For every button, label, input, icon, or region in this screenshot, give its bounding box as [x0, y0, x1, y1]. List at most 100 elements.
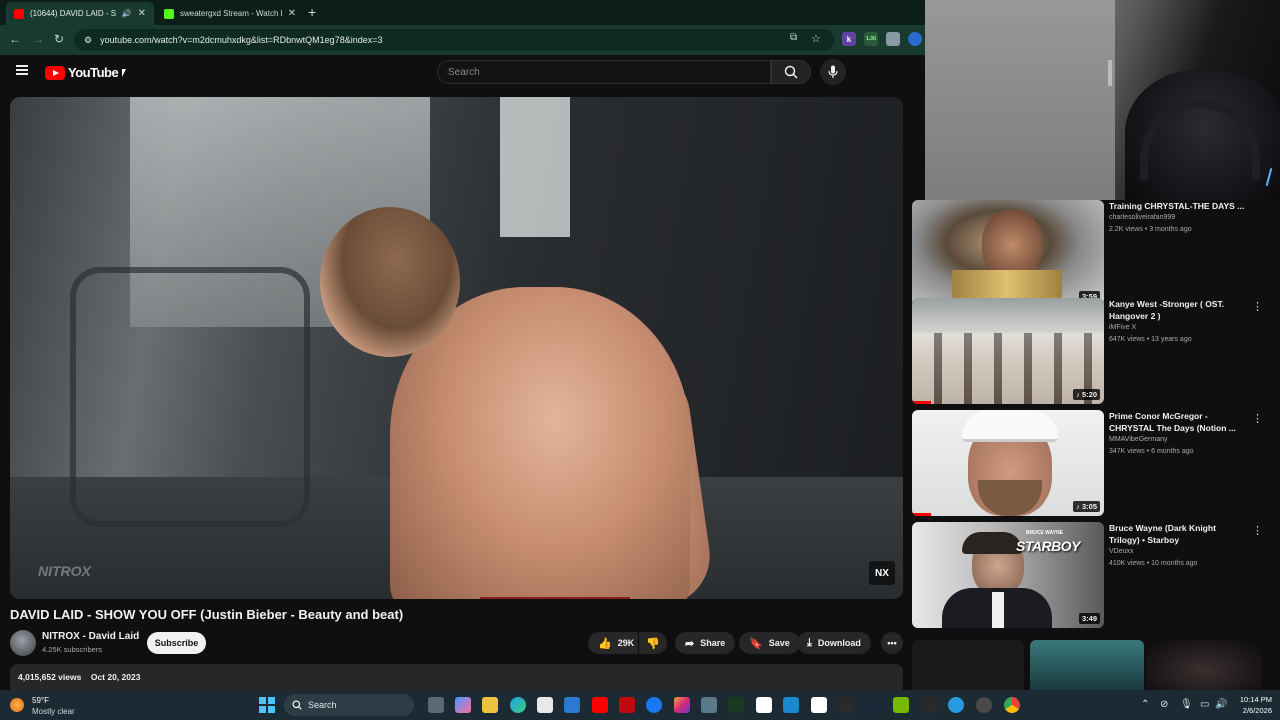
video-thumbnail[interactable] [1146, 640, 1262, 690]
tray-overflow-icon[interactable]: ⌃ [1141, 699, 1149, 710]
upload-date: Oct 20, 2023 [90, 672, 141, 682]
youtube-logo[interactable]: YouTube [45, 65, 119, 80]
edge-icon[interactable] [510, 697, 526, 713]
close-tab-icon[interactable]: ✕ [288, 8, 296, 19]
file-explorer-icon[interactable] [482, 697, 498, 713]
more-options-icon[interactable]: ⋮ [1252, 524, 1263, 537]
save-button[interactable]: 🔖 Save [739, 632, 800, 654]
amazon-icon[interactable] [756, 697, 772, 713]
recommendation-title[interactable]: Training CHRYSTAL-THE DAYS ... [1109, 200, 1247, 212]
extension-blue-icon[interactable] [908, 32, 922, 46]
share-button[interactable]: ➦ Share [675, 632, 736, 654]
watch-progress-bar [912, 513, 932, 516]
hamburger-menu-icon[interactable] [16, 65, 28, 75]
recommendation-channel[interactable]: MMAVibeGermany [1109, 436, 1167, 443]
search-button[interactable] [771, 60, 811, 84]
telegram-icon[interactable] [948, 697, 964, 713]
recommendation-item[interactable]: BRUCE WAYNE STARBOY 3:49 Bruce Wayne (Da… [912, 522, 1272, 628]
video-duration: 3:49 [1078, 613, 1100, 624]
outlook-icon[interactable] [564, 697, 580, 713]
gym-equipment [70, 267, 310, 527]
thumbnail-text: STARBOY [1016, 538, 1080, 554]
close-tab-icon[interactable]: ✕ [138, 8, 146, 19]
recommendation-title[interactable]: Prime Conor McGregor - CHRYSTAL The Days… [1109, 410, 1247, 434]
dislike-button[interactable]: 👎 [639, 632, 667, 654]
channel-watermark-button[interactable]: NX [869, 561, 895, 585]
subscriber-count: 4.25K subscribers [42, 645, 103, 654]
store-icon[interactable] [537, 697, 553, 713]
more-options-icon[interactable]: ⋮ [1252, 412, 1263, 425]
copilot-icon[interactable] [455, 697, 471, 713]
more-actions-button[interactable]: ••• [881, 632, 903, 654]
youtube-play-icon [45, 65, 65, 80]
youtube-app-icon[interactable] [592, 697, 608, 713]
app-g-icon[interactable] [838, 697, 854, 713]
extension-puzzle-icon[interactable] [886, 32, 900, 46]
display-icon[interactable]: ▭ [1200, 699, 1209, 710]
channel-name[interactable]: NITROX - David Laid [42, 631, 139, 642]
video-thumbnail[interactable]: 3:59 [912, 200, 1104, 306]
video-title: DAVID LAID - SHOW YOU OFF (Justin Bieber… [10, 607, 404, 622]
back-arrow-icon[interactable]: ← [9, 32, 21, 46]
search-input[interactable]: Search [437, 60, 771, 84]
snipping-icon[interactable] [783, 697, 799, 713]
recommendation-channel[interactable]: charlesoliveirafan999 [1109, 214, 1175, 221]
steam-icon[interactable] [866, 697, 882, 713]
mic-icon[interactable]: 🎙 [1180, 699, 1193, 710]
subscribe-button[interactable]: Subscribe [147, 632, 206, 654]
task-view-icon[interactable] [428, 697, 444, 713]
watch-progress-bar [912, 401, 932, 404]
video-thumbnail[interactable]: ♪ 3:05 [912, 410, 1104, 516]
recommendation-item[interactable]: 3:59 Training CHRYSTAL-THE DAYS ... char… [912, 200, 1272, 306]
forward-arrow-icon[interactable]: → [32, 32, 44, 46]
recommendation-channel[interactable]: VDeuxx [1109, 548, 1134, 555]
new-tab-button[interactable]: + [308, 4, 316, 20]
channel-avatar[interactable] [10, 630, 36, 656]
video-thumbnail[interactable] [1030, 640, 1144, 690]
network-off-icon[interactable]: ⊘ [1160, 699, 1168, 710]
chrome-icon[interactable] [1004, 697, 1020, 713]
share-label: Share [700, 638, 726, 648]
instagram-icon[interactable] [674, 697, 690, 713]
download-button[interactable]: ⤓ Download [797, 632, 871, 654]
recommendation-item[interactable]: ♪ 5:20 Kanye West -Stronger ( OST. Hango… [912, 298, 1272, 404]
taskbar-search[interactable]: Search [284, 694, 414, 716]
nvidia-app-icon[interactable] [893, 697, 909, 713]
epic-games-icon[interactable] [921, 697, 937, 713]
site-info-icon[interactable]: ⚙ [84, 35, 92, 46]
reload-icon[interactable]: ↻ [54, 32, 64, 46]
recommendation-title[interactable]: Kanye West -Stronger ( OST. Hangover 2 ) [1109, 298, 1247, 322]
extension-speed-icon[interactable]: 1.00 [864, 32, 878, 46]
nvidia-icon[interactable] [728, 697, 744, 713]
install-app-icon[interactable]: ⧉ [790, 32, 797, 43]
windows-start-icon[interactable] [259, 697, 275, 713]
voice-search-button[interactable] [820, 59, 846, 85]
recommendation-item[interactable]: ♪ 3:05 Prime Conor McGregor - CHRYSTAL T… [912, 410, 1272, 516]
tab-title: sweatergxd Stream - Watch Liv [180, 9, 282, 18]
recommendation-item-partial[interactable] [912, 640, 1272, 690]
volume-icon[interactable]: 🔊 [1215, 699, 1227, 710]
tab-youtube[interactable]: (10644) DAVID LAID - SHOW 🔊 ✕ [6, 2, 154, 25]
like-button[interactable]: 👍 29K [588, 632, 638, 654]
extension-k-icon[interactable]: k [842, 32, 856, 46]
bookmark-star-icon[interactable]: ☆ [811, 32, 821, 45]
clock-time: 10:14 PM [1239, 695, 1272, 704]
video-player[interactable]: NITROX NX [10, 97, 903, 599]
video-duration: ♪ 5:20 [1073, 389, 1100, 400]
system-clock[interactable]: 10:14 PM 2/6/2026 [1232, 694, 1272, 716]
more-options-icon[interactable]: ⋮ [1252, 300, 1263, 313]
netflix-icon[interactable] [619, 697, 635, 713]
calculator-icon[interactable] [701, 697, 717, 713]
video-thumbnail[interactable]: BRUCE WAYNE STARBOY 3:49 [912, 522, 1104, 628]
tab-kick[interactable]: sweatergxd Stream - Watch Liv ✕ [156, 2, 304, 25]
obs-icon[interactable] [976, 697, 992, 713]
recommendation-channel[interactable]: iMFive X [1109, 324, 1136, 331]
notion-icon[interactable] [811, 697, 827, 713]
video-thumbnail[interactable] [912, 640, 1024, 690]
video-thumbnail[interactable]: ♪ 5:20 [912, 298, 1104, 404]
recommendation-title[interactable]: Bruce Wayne (Dark Knight Trilogy) • Star… [1109, 522, 1247, 546]
facebook-icon[interactable] [646, 697, 662, 713]
address-bar[interactable]: ⚙ youtube.com/watch?v=m2dcmuhxdkg&list=R… [74, 29, 834, 51]
clock-date: 2/6/2026 [1242, 706, 1272, 715]
share-arrow-icon: ➦ [685, 637, 695, 650]
